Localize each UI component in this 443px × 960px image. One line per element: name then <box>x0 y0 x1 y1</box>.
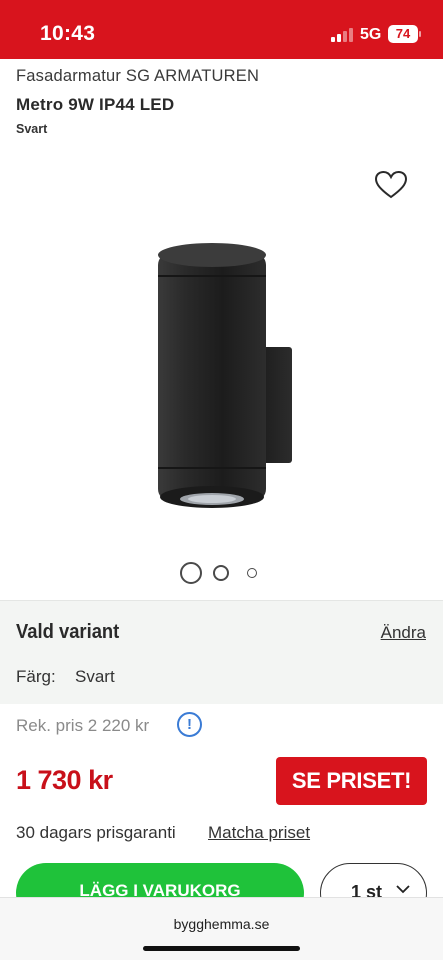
battery-tip <box>419 31 421 37</box>
recommended-price: Rek. pris 2 220 kr <box>16 716 150 735</box>
product-image[interactable] <box>150 235 300 515</box>
gallery-dot-2[interactable] <box>213 565 229 581</box>
see-price-button[interactable]: SE PRISET! <box>276 757 427 805</box>
battery-icon: 74 <box>388 25 418 43</box>
status-bar: 10:43 5G 74 <box>0 0 443 59</box>
price: 1 730 kr <box>16 765 113 795</box>
change-variant-link[interactable]: Ändra <box>381 623 426 643</box>
product-category: Fasadarmatur SG ARMATUREN <box>16 67 260 85</box>
status-time: 10:43 <box>40 22 96 45</box>
url-text[interactable]: bygghemma.se <box>0 916 443 932</box>
selected-variant-panel: Vald variant Ändra Färg: Svart <box>0 600 443 704</box>
color-value: Svart <box>75 667 115 686</box>
chevron-down-icon <box>396 885 410 894</box>
variant-heading: Vald variant <box>16 621 120 643</box>
product-variant: Svart <box>16 122 48 136</box>
browser-url-bar: bygghemma.se <box>0 897 443 960</box>
gallery-pagination <box>180 562 270 584</box>
gallery-dot-3[interactable] <box>247 568 257 578</box>
gallery-dot-1[interactable] <box>180 562 202 584</box>
network-type: 5G <box>360 26 382 43</box>
price-guarantee: 30 dagars prisgaranti <box>16 823 176 842</box>
product-title: Metro 9W IP44 LED <box>16 95 175 114</box>
home-indicator <box>143 946 300 951</box>
cellular-signal-icon <box>331 28 353 42</box>
color-label: Färg: <box>16 667 56 686</box>
info-icon[interactable]: ! <box>177 712 202 737</box>
heart-icon[interactable] <box>374 170 408 200</box>
match-price-link[interactable]: Matcha priset <box>208 823 310 843</box>
